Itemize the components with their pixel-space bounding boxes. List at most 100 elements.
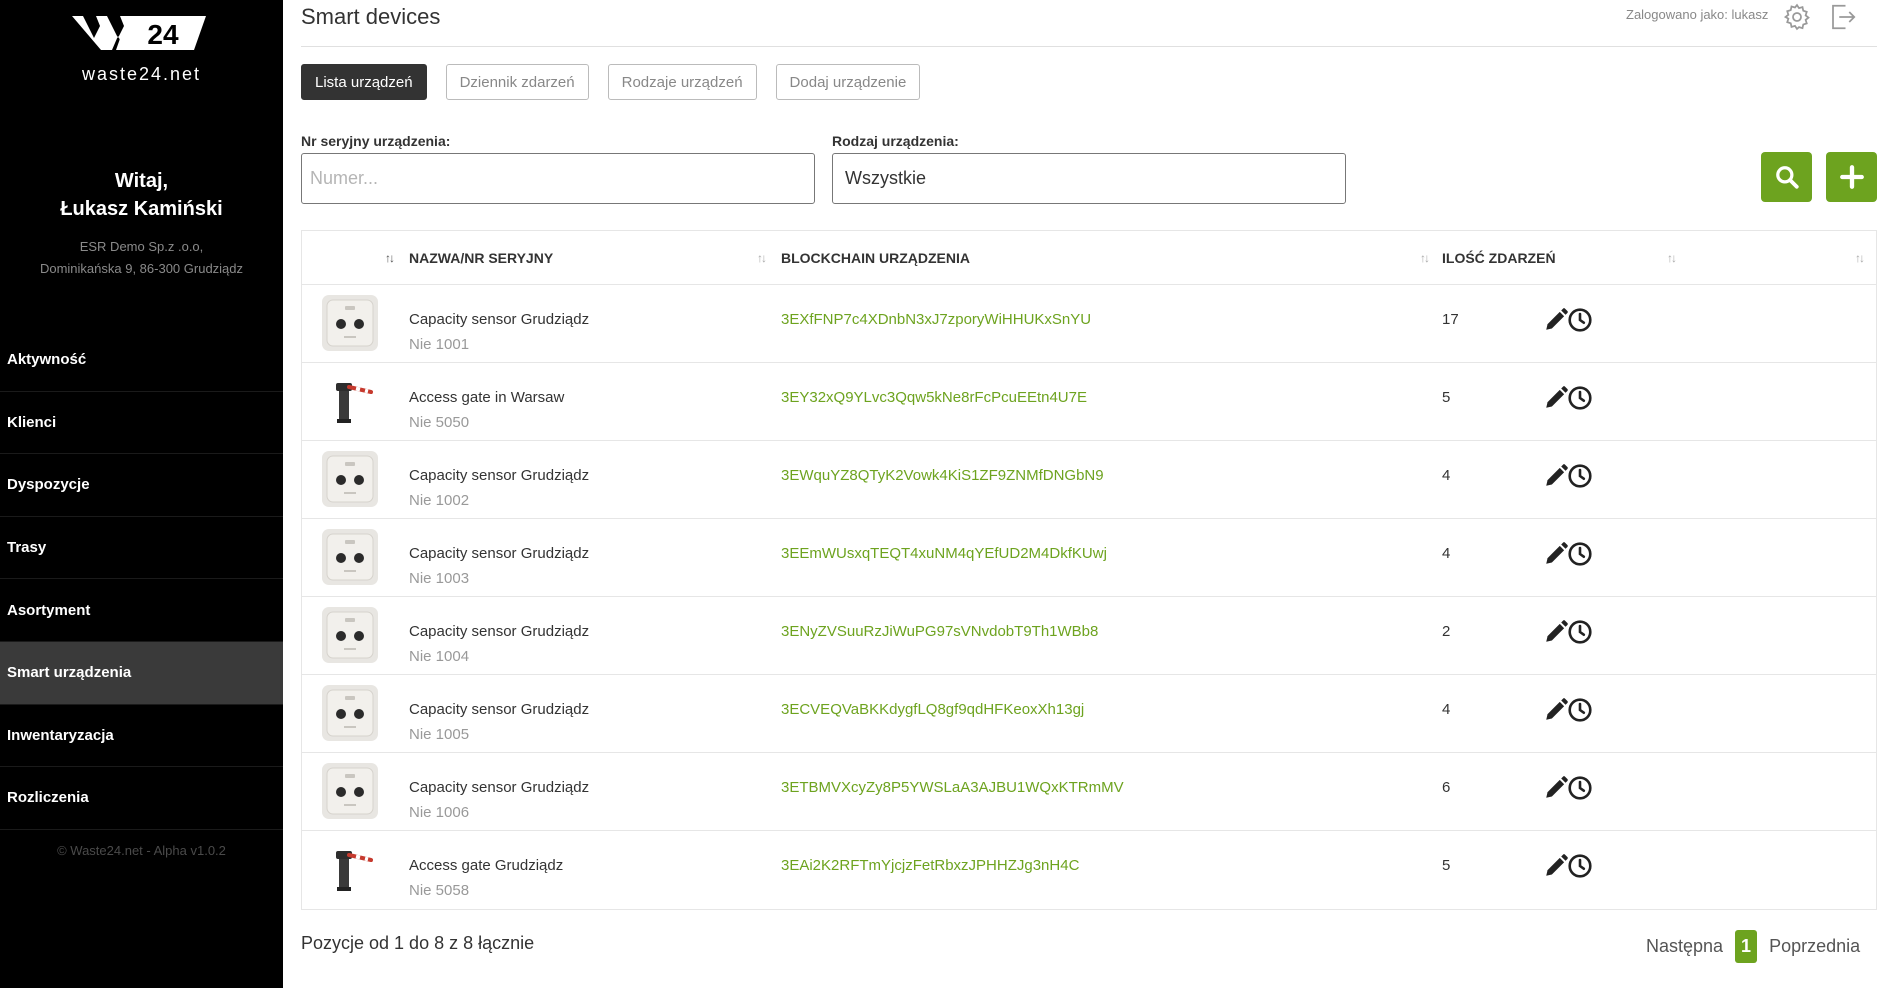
tab-dziennik-zdarzen[interactable]: Dziennik zdarzeń [445,64,589,100]
sort-icon[interactable]: ↑↓ [1420,251,1430,265]
search-button[interactable] [1761,152,1812,202]
sidebar-item-dyspozycje[interactable]: Dyspozycje [0,454,283,517]
table-row[interactable]: Access gate in Warsaw Nie 5050 3EY32xQ9YLv… [302,363,1876,441]
device-name: Capacity sensor Grudziądz [409,467,590,484]
column-header-name[interactable]: NAZWA/NR SERYJNY [409,250,553,266]
sort-icon[interactable]: ↑↓ [757,251,767,265]
search-icon [1775,166,1799,189]
next-page-link[interactable]: Następna [1646,936,1723,957]
sidebar-item-rozliczenia[interactable]: Rozliczenia [0,767,283,830]
edit-icon[interactable] [1543,697,1569,723]
main-content: Smart devices Zalogowano jako: lukasz Li… [283,0,1892,988]
device-name: Capacity sensor Grudziądz [409,701,590,718]
table-row[interactable]: Capacity sensor Grudziądz Nie 1001 3EXfFNP… [302,285,1876,363]
edit-icon[interactable] [1543,853,1569,879]
welcome-block: Witaj, Łukasz Kamiński [0,167,283,223]
logged-as-text: Zalogowano jako: lukasz [1626,7,1769,22]
edit-icon[interactable] [1543,775,1569,801]
device-serial: Nie 1001 [409,336,470,353]
device-type-label: Rodzaj urządzenia: [832,133,959,149]
event-count: 4 [1442,467,1451,484]
history-icon[interactable] [1567,385,1593,411]
sort-icon[interactable]: ↑↓ [385,251,395,265]
device-serial: Nie 1004 [409,648,470,665]
edit-icon[interactable] [1543,463,1569,489]
device-name: Access gate Grudziądz [409,857,564,874]
sidebar-item-aktywnosc[interactable]: Aktywność [0,329,283,392]
blockchain-link[interactable]: 3ECVEQVaBKKdygfLQ8gf9qdHFKeoxXh13gj [781,701,1084,718]
device-type-value: Wszystkie [845,168,926,188]
table-row[interactable]: Capacity sensor Grudziądz Nie 1006 3ETBMVX… [302,753,1876,831]
history-icon[interactable] [1567,697,1593,723]
device-name: Capacity sensor Grudziądz [409,623,590,640]
page-number[interactable]: 1 [1735,930,1758,963]
sidebar-item-smart-urzadzenia[interactable]: Smart urządzenia [0,641,283,705]
sidebar-item-trasy[interactable]: Trasy [0,517,283,580]
edit-icon[interactable] [1543,385,1569,411]
gate-device-image [322,841,378,897]
history-icon[interactable] [1567,307,1593,333]
table-body: Capacity sensor Grudziądz Nie 1001 3EXfFNP… [302,285,1876,909]
blockchain-link[interactable]: 3EY32xQ9YLvc3Qqw5kNe8rFcPcuEEtn4U7E [781,389,1087,406]
tab-lista-urzadzen[interactable]: Lista urządzeń [301,64,427,100]
blockchain-link[interactable]: 3ETBMVXcyZy8P5YWSLaA3AJBU1WQxKTRmMV [781,779,1124,796]
logout-icon[interactable] [1828,2,1858,32]
sensor-device-image [322,451,378,507]
blockchain-link[interactable]: 3EAi2K2RFTmYjcjzFetRbxzJPHHZJg3nH4C [781,857,1079,874]
device-serial: Nie 5058 [409,882,470,899]
device-serial: Nie 1002 [409,492,470,509]
add-device-button[interactable] [1826,152,1877,202]
blockchain-link[interactable]: 3ENyZVSuuRzJiWuPG97sVNvdobT9Th1WBb8 [781,623,1098,640]
history-icon[interactable] [1567,463,1593,489]
tab-rodzaje-urzadzen[interactable]: Rodzaje urządzeń [607,64,757,100]
previous-page-link[interactable]: Poprzednia [1769,936,1860,957]
table-row[interactable]: Capacity sensor Grudziądz Nie 1002 3EWquYZ… [302,441,1876,519]
blockchain-link[interactable]: 3EEmWUsxqTEQT4xuNM4qYEfUD2M4DkfKUwj [781,545,1107,562]
devices-table: ↑↓ NAZWA/NR SERYJNY ↑↓ BLOCKCHAIN URZĄDZ… [301,230,1877,910]
event-count: 6 [1442,779,1451,796]
tab-dodaj-urzadzenie[interactable]: Dodaj urządzenie [775,64,921,100]
tab-bar: Lista urządzeń Dziennik zdarzeń Rodzaje … [301,64,939,100]
page-title: Smart devices [301,4,441,29]
column-header-blockchain[interactable]: BLOCKCHAIN URZĄDZENIA [781,250,970,266]
company-name: ESR Demo Sp.z .o.o, [79,239,204,254]
version-footer: © Waste24.net - Alpha v1.0.2 [57,843,226,858]
history-icon[interactable] [1567,853,1593,879]
history-icon[interactable] [1567,541,1593,567]
serial-input[interactable] [301,153,815,204]
sensor-device-image [322,607,378,663]
gear-icon[interactable] [1782,2,1812,32]
sort-icon[interactable]: ↑↓ [1855,251,1865,265]
blockchain-link[interactable]: 3EXfFNP7c4XDnbN3xJ7zporyWiHHUKxSnYU [781,311,1091,328]
sensor-device-image [322,685,378,741]
company-address: Dominikańska 9, 86-300 Grudziądz [39,261,244,276]
device-type-select[interactable]: Wszystkie [832,153,1346,204]
header-divider [301,46,1877,47]
event-count: 2 [1442,623,1451,640]
logo-text: waste24.net [81,64,202,84]
edit-icon[interactable] [1543,619,1569,645]
sensor-device-image [322,763,378,819]
table-row[interactable]: Capacity sensor Grudziądz Nie 1005 3ECVEQV… [302,675,1876,753]
history-icon[interactable] [1567,775,1593,801]
event-count: 4 [1442,701,1451,718]
edit-icon[interactable] [1543,307,1569,333]
pagination-summary: Pozycje od 1 do 8 z 8 łącznie [301,933,535,953]
sidebar-item-asortyment[interactable]: Asortyment [0,579,283,642]
table-row[interactable]: Access gate Grudziądz Nie 5058 3EAi2K2RFTm… [302,831,1876,909]
device-name: Capacity sensor Grudziądz [409,545,590,562]
device-name: Access gate in Warsaw [409,389,565,406]
table-row[interactable]: Capacity sensor Grudziądz Nie 1003 3EEmWUs… [302,519,1876,597]
blockchain-link[interactable]: 3EWquYZ8QTyK2Vowk4KiS1ZF9ZNMfDNGbN9 [781,467,1104,484]
sidebar-item-klienci[interactable]: Klienci [0,392,283,455]
sidebar-item-inwentaryzacja[interactable]: Inwentaryzacja [0,705,283,768]
column-header-event-count[interactable]: ILOŚĆ ZDARZEŃ [1442,250,1556,266]
edit-icon[interactable] [1543,541,1569,567]
event-count: 5 [1442,389,1451,406]
history-icon[interactable] [1567,619,1593,645]
sort-icon[interactable]: ↑↓ [1667,251,1677,265]
device-name: Capacity sensor Grudziądz [409,311,590,328]
table-row[interactable]: Capacity sensor Grudziądz Nie 1004 3ENyZVS… [302,597,1876,675]
waste24-logo: 24 [72,16,206,50]
device-serial: Nie 5050 [409,414,470,431]
